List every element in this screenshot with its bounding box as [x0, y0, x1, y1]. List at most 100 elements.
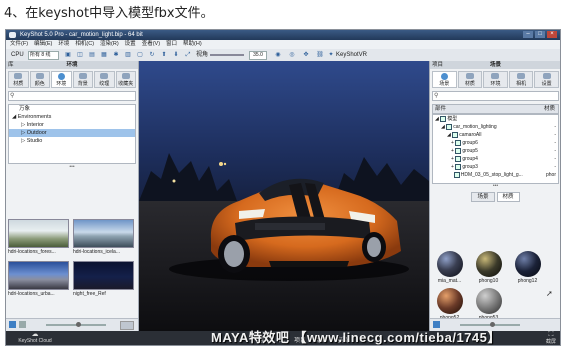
- cpu-select[interactable]: 所有 8 线: [28, 51, 59, 60]
- tab-environments[interactable]: 环境: [51, 71, 72, 88]
- part-row[interactable]: HDM_03_05_stop_light_g... phor: [433, 171, 558, 179]
- minimize-button[interactable]: –: [523, 31, 533, 38]
- project-header: 项目 场景: [430, 61, 560, 69]
- menu-file[interactable]: 文件(F): [10, 40, 28, 49]
- material-thumb[interactable]: phong52: [434, 288, 465, 322]
- part-row[interactable]: ◢ 模型: [433, 115, 558, 123]
- screenshot-icon[interactable]: ◫: [76, 51, 84, 59]
- material-thumb[interactable]: phong53: [473, 288, 504, 322]
- env-thumb[interactable]: hdri-locations_icela...: [73, 219, 134, 257]
- tree-item-outdoor[interactable]: ▷ Outdoor: [9, 129, 135, 137]
- menu-window[interactable]: 窗口: [166, 40, 177, 49]
- thumbnail-size-slider[interactable]: [46, 322, 106, 327]
- tree-item-studio[interactable]: ▷ Studio: [9, 137, 135, 145]
- library-search-input[interactable]: ⚲: [8, 91, 136, 101]
- close-button[interactable]: ×: [547, 31, 557, 38]
- thumbnail-size-slider[interactable]: [460, 322, 520, 327]
- down-icon[interactable]: ⬇: [172, 51, 180, 59]
- env-thumb[interactable]: hdri-locations_fores...: [8, 219, 69, 257]
- project-tabs: 场景 材质 环境 相机 设置: [430, 69, 560, 88]
- env-thumb[interactable]: night_free_Ref: [73, 261, 134, 299]
- part-row[interactable]: ◢ camaroAll -: [433, 131, 558, 139]
- refresh-icon[interactable]: ↻: [148, 51, 156, 59]
- tab-materials[interactable]: 材质: [8, 71, 29, 88]
- project-search-input[interactable]: ⚲: [432, 91, 559, 101]
- material-column-label: 材质: [543, 106, 555, 112]
- title-bar: KeyShot 5.0 Pro - car_motion_light.bip -…: [6, 30, 560, 40]
- menu-render[interactable]: 渲染(R): [100, 40, 119, 49]
- subtab-material[interactable]: 材质: [496, 192, 520, 202]
- tab-project-environment[interactable]: 环境: [483, 71, 508, 88]
- upload-button[interactable]: [120, 321, 134, 330]
- screenshot-button[interactable]: ⛶ 截屏: [546, 331, 556, 345]
- open-icon[interactable]: ▤: [88, 51, 96, 59]
- keyshotvr-label[interactable]: KeyShotVR: [336, 51, 367, 59]
- mouse-cursor-icon: ➚: [546, 289, 553, 298]
- part-row[interactable]: + group4-: [433, 155, 558, 163]
- render-icon[interactable]: ◉: [274, 51, 282, 59]
- menu-camera[interactable]: 相机(C): [75, 40, 94, 49]
- bottom-bar: ☁ KeyShot Cloud 导入 库 项目 动画 渲染 MAYA特效吧 【w…: [6, 330, 560, 345]
- keyshot-window: KeyShot 5.0 Pro - car_motion_light.bip -…: [5, 29, 561, 346]
- menu-help[interactable]: 帮助(H): [183, 40, 202, 49]
- subtab-scene[interactable]: 场景: [471, 192, 495, 202]
- fullscreen-icon[interactable]: ⤢: [184, 51, 192, 59]
- tab-backgrounds[interactable]: 背景: [72, 71, 93, 88]
- keyshot-cloud-button[interactable]: ☁ KeyShot Cloud: [10, 331, 60, 344]
- part-row[interactable]: + group3-: [433, 163, 558, 171]
- app-icon: [9, 32, 16, 38]
- tab-colors[interactable]: 颜色: [29, 71, 50, 88]
- library-footer: [6, 318, 138, 331]
- project-label: 项目: [432, 62, 444, 68]
- grid-view-icon[interactable]: [9, 321, 16, 328]
- material-thumb[interactable]: phong10: [473, 251, 504, 285]
- tree-item-interior[interactable]: ▷ Interior: [9, 121, 135, 129]
- material-thumb[interactable]: phong12: [512, 251, 543, 285]
- window-title: KeyShot 5.0 Pro - car_motion_light.bip -…: [20, 32, 143, 38]
- maximize-button[interactable]: □: [535, 31, 545, 38]
- cpu-label: CPU: [11, 52, 24, 58]
- project-title: 场景: [489, 62, 502, 68]
- tree-item-environments[interactable]: ◢ Environments: [9, 113, 135, 121]
- tab-project-camera[interactable]: 相机: [508, 71, 534, 88]
- material-thumb[interactable]: mia_mat...: [434, 251, 465, 285]
- menu-settings[interactable]: 设置: [125, 40, 136, 49]
- save-icon[interactable]: ▥: [124, 51, 132, 59]
- tab-textures[interactable]: 纹理: [94, 71, 115, 88]
- caption-text: 4、在keyshot中导入模型fbx文件。: [4, 6, 214, 21]
- sight-value-input[interactable]: 35.0: [249, 51, 267, 60]
- light-icon[interactable]: ✱: [112, 51, 120, 59]
- tab-project-material[interactable]: 材质: [457, 71, 483, 88]
- move-icon[interactable]: ✥: [302, 51, 310, 59]
- menu-bar: 文件(F) 编辑(E) 环境 相机(C) 渲染(R) 设置 查看(V) 窗口 帮…: [6, 40, 560, 49]
- tab-favorites[interactable]: 收藏夹: [115, 71, 136, 88]
- search-icon: ⚲: [434, 93, 439, 99]
- camera-icon[interactable]: ◎: [288, 51, 296, 59]
- up-icon[interactable]: ⬆: [160, 51, 168, 59]
- keyshotvr-icon[interactable]: ✦: [327, 51, 335, 59]
- menu-edit[interactable]: 编辑(E): [34, 40, 52, 49]
- sight-slider[interactable]: [210, 54, 244, 56]
- fit-icon[interactable]: ▢: [136, 51, 144, 59]
- part-row[interactable]: + group6-: [433, 139, 558, 147]
- part-row[interactable]: + group5-: [433, 147, 558, 155]
- watermark-text: MAYA特效吧 【www.linecg.com/tieba/1745】: [211, 330, 501, 345]
- tab-project-settings[interactable]: 设置: [534, 71, 559, 88]
- menu-view[interactable]: 查看(V): [142, 40, 160, 49]
- grid-icon[interactable]: ▦: [100, 51, 108, 59]
- parts-label: 部件: [435, 106, 447, 112]
- env-thumb[interactable]: hdri-locations_urba...: [8, 261, 69, 299]
- project-panel: 项目 场景 场景 材质 环境 相机 设置 ⚲ 部件 材质 ◢ 模型 ◢ car_…: [429, 61, 560, 331]
- splitter-handle[interactable]: •••: [430, 184, 560, 189]
- environment-thumbnails: hdri-locations_fores... hdri-locations_i…: [8, 219, 134, 299]
- splitter-handle[interactable]: •••: [6, 164, 138, 170]
- import-icon[interactable]: ▣: [64, 51, 72, 59]
- part-row[interactable]: ◢ car_motion_lighting -: [433, 123, 558, 131]
- tree-item-root[interactable]: 万象: [9, 105, 135, 113]
- tab-scene[interactable]: 场景: [432, 71, 457, 88]
- link-icon[interactable]: ⛓: [316, 51, 324, 59]
- menu-environment[interactable]: 环境: [58, 40, 69, 49]
- list-view-icon[interactable]: [19, 321, 26, 328]
- render-viewport[interactable]: [139, 61, 429, 331]
- material-thumbnails: mia_mat... phong10 phong12 phong52 phong…: [434, 251, 559, 322]
